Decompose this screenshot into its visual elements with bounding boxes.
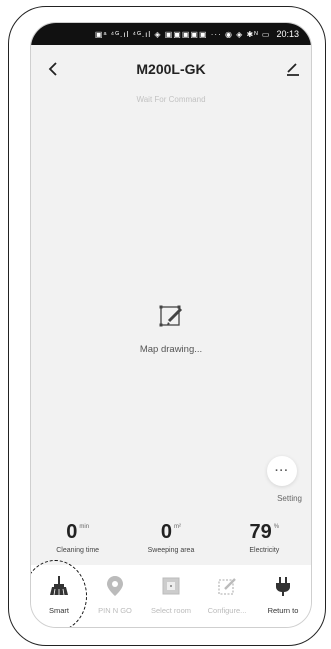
bottom-nav: Smart PIN N GO Select room Configure... … <box>31 560 311 627</box>
room-select-icon <box>162 577 180 595</box>
stat-electricity: 79% Electricity <box>218 521 311 561</box>
nav-pin-n-go-label: PIN N GO <box>98 606 132 615</box>
nav-return-to[interactable]: Return to <box>255 565 311 627</box>
cleaning-time-label: Cleaning time <box>56 547 100 554</box>
setting-button[interactable]: ··· <box>267 456 297 486</box>
nav-select-room[interactable]: Select room <box>143 565 199 627</box>
highlight-circle <box>31 560 87 627</box>
stat-sweeping-area: 0 m² Sweeping area <box>124 521 217 561</box>
cleaning-time-value: 0 <box>66 521 78 543</box>
nav-configure[interactable]: Configure... <box>199 565 255 627</box>
cleaning-time-unit: min <box>79 524 90 530</box>
map-drawing-label: Map drawing... <box>139 344 203 355</box>
nav-pin-n-go[interactable]: PIN N GO <box>87 565 143 627</box>
robot-status: Wait For Command <box>136 95 206 104</box>
status-time: 20:13 <box>276 29 299 39</box>
electricity-unit: % <box>273 524 280 530</box>
electricity-label: Electricity <box>249 547 280 554</box>
stats-row: 0 min Cleaning time 0 m² Sweeping area 79%… <box>31 521 311 561</box>
pencil-icon <box>287 63 299 76</box>
nav-configure-label: Configure... <box>207 606 247 615</box>
location-pin-icon <box>107 576 123 596</box>
edit-button[interactable] <box>281 57 305 81</box>
page-title: M200L-GK <box>136 61 206 77</box>
sweeping-area-label: Sweeping area <box>147 547 195 554</box>
app-screen: ▣ᵃ ⁴ᴳ.ıl ⁴ᴳ.ıl ◈ ▣▣▣▣▣ ··· ◉ ◈ ✱ᴺ ▭ 20:1… <box>30 22 312 628</box>
plug-icon <box>276 577 290 596</box>
setting-label: Setting <box>277 494 302 503</box>
status-bar: ▣ᵃ ⁴ᴳ.ıl ⁴ᴳ.ıl ◈ ▣▣▣▣▣ ··· ◉ ◈ ✱ᴺ ▭ 20:1… <box>31 23 311 45</box>
status-icons: ▣ᵃ ⁴ᴳ.ıl ⁴ᴳ.ıl ◈ ▣▣▣▣▣ ··· ◉ ◈ ✱ᴺ ▭ <box>94 29 271 39</box>
nav-select-room-label: Select room <box>150 606 192 615</box>
stat-cleaning-time: 0 min Cleaning time <box>31 521 124 561</box>
configure-icon <box>218 578 236 595</box>
app-header: M200L-GK <box>31 49 311 89</box>
electricity-value: 79 <box>249 521 272 543</box>
sweeping-area-unit: m² <box>174 524 182 530</box>
sweeping-area-value: 0 <box>160 521 173 543</box>
nav-return-to-label: Return to <box>267 606 299 615</box>
nav-smart[interactable]: Smart <box>31 560 87 627</box>
map-drawing-icon <box>159 305 183 327</box>
map-area: Map drawing... <box>31 303 311 355</box>
